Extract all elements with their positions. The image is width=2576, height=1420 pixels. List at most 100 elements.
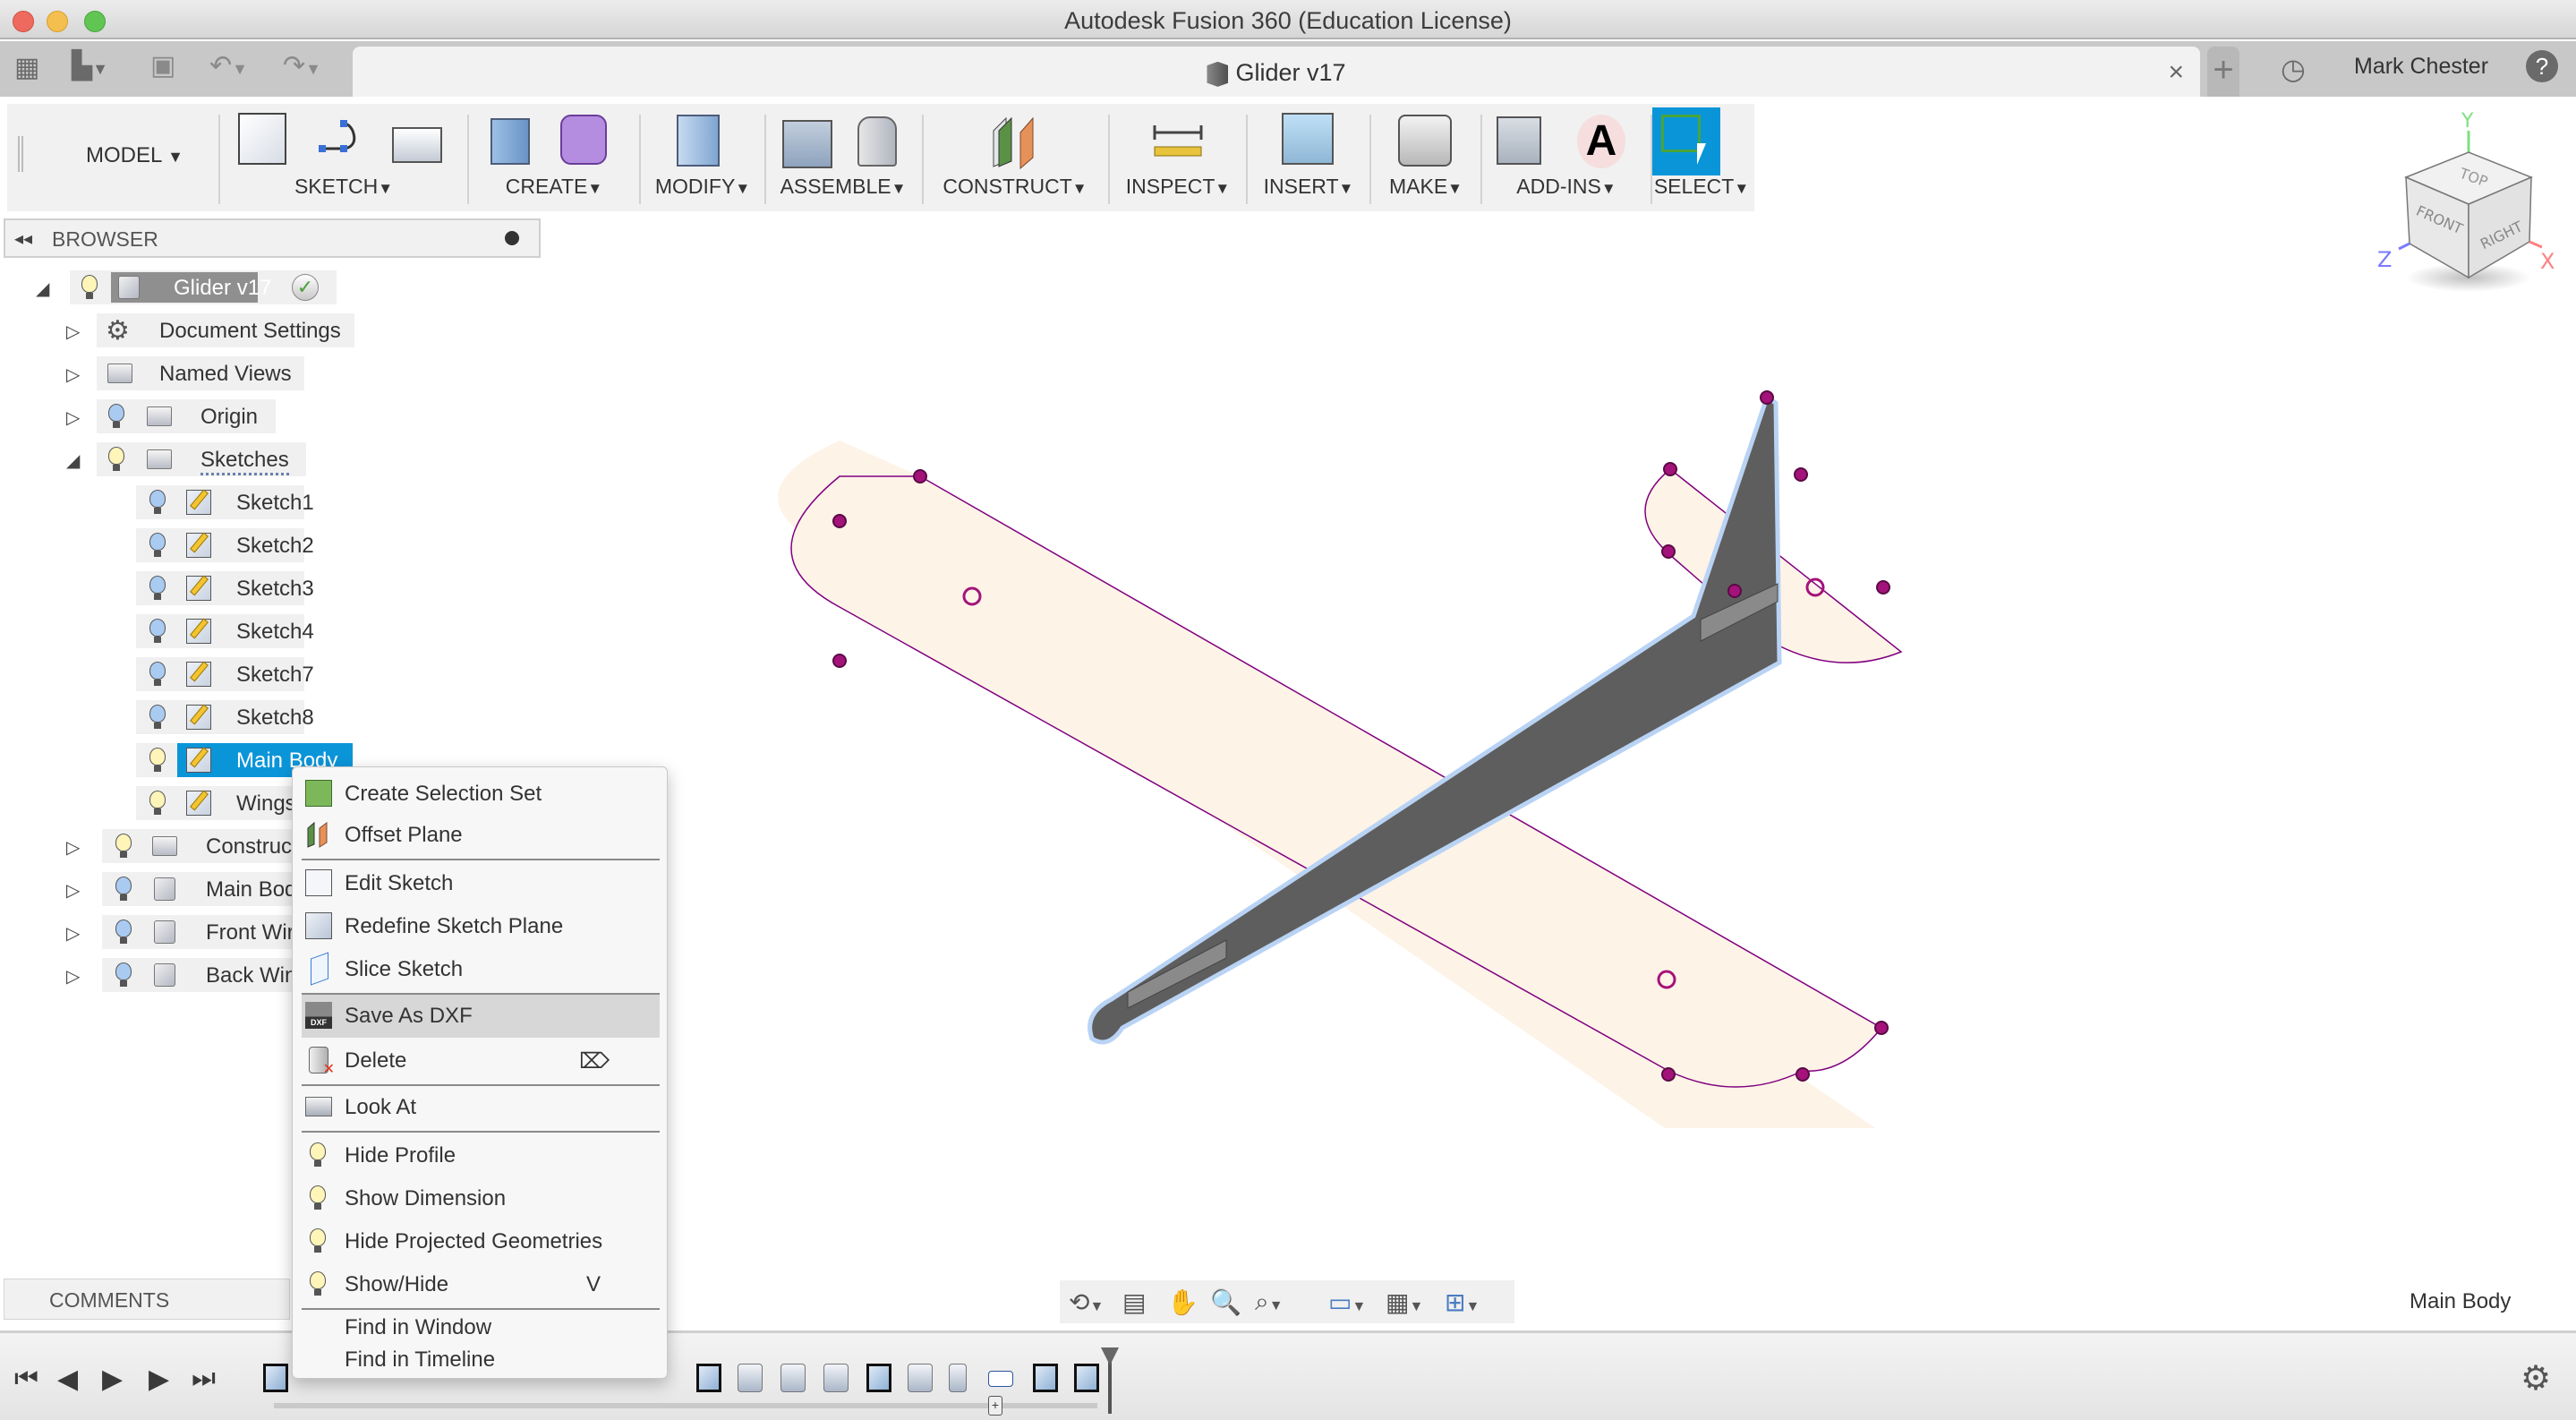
new-component-icon[interactable]	[782, 120, 832, 168]
timeline-sketch-feature[interactable]	[1074, 1364, 1099, 1392]
visibility-bulb-icon[interactable]	[149, 619, 166, 644]
zoom-icon[interactable]: 🔍	[1210, 1287, 1241, 1317]
timeline-fillet-feature[interactable]	[823, 1364, 849, 1392]
browser-item-sketch3[interactable]: Sketch3	[136, 571, 314, 605]
create-menu[interactable]: CREATE▼	[474, 175, 634, 199]
addins-menu[interactable]: ADD-INS▼	[1488, 175, 1645, 199]
offset-plane-icon[interactable]	[986, 113, 1044, 170]
menu-item-find-in-window[interactable]: Find in Window	[302, 1310, 660, 1346]
timeline-sketch-feature[interactable]	[696, 1364, 721, 1392]
browser-item-construction[interactable]: Construc	[102, 829, 295, 863]
line-tool-icon[interactable]	[313, 113, 371, 170]
browser-item-document-settings[interactable]: ⚙ Document Settings	[97, 313, 354, 347]
collapse-root-icon[interactable]: ◢	[36, 278, 49, 300]
model-viewport[interactable]	[761, 376, 1924, 1128]
menu-item-show-hide[interactable]: Show/Hide V	[302, 1263, 660, 1305]
zoom-window-icon[interactable]: ⌕▼	[1255, 1287, 1284, 1317]
timeline-sketch-feature[interactable]	[1033, 1364, 1058, 1392]
browser-item-sketch4[interactable]: Sketch4	[136, 614, 314, 648]
modify-menu[interactable]: MODIFY▼	[646, 175, 759, 199]
pan-hand-icon[interactable]: ✋	[1167, 1287, 1198, 1317]
timeline-joint-feature[interactable]	[949, 1364, 967, 1392]
menu-item-create-selection-set[interactable]: Create Selection Set	[302, 773, 660, 814]
toolbar-grip[interactable]	[18, 136, 23, 172]
timeline-sketch-feature[interactable]	[866, 1364, 891, 1392]
expand-icon[interactable]: ▷	[66, 364, 80, 386]
create-form-icon[interactable]	[560, 115, 607, 165]
user-name[interactable]: Mark Chester	[2354, 54, 2488, 80]
visibility-bulb-icon[interactable]	[115, 920, 132, 945]
create-sketch-icon[interactable]	[238, 113, 286, 165]
visibility-bulb-icon[interactable]	[107, 447, 125, 472]
app-store-icon[interactable]: A	[1577, 115, 1625, 168]
visibility-bulb-icon[interactable]	[81, 275, 98, 300]
browser-item-back-wing[interactable]: Back Win	[102, 958, 296, 992]
select-menu[interactable]: SELECT▼	[1652, 175, 1751, 199]
expand-icon[interactable]: ▷	[66, 836, 80, 859]
new-tab-button[interactable]: +	[2207, 47, 2239, 97]
menu-item-edit-sketch[interactable]: Edit Sketch	[302, 862, 660, 903]
menu-item-save-as-dxf[interactable]: DXF Save As DXF	[302, 995, 660, 1038]
timeline-sketch-feature[interactable]	[263, 1364, 288, 1392]
visibility-bulb-icon[interactable]	[115, 877, 132, 902]
collapse-icon[interactable]: ◢	[66, 449, 80, 472]
wing-sketch-profile[interactable]	[761, 376, 1883, 1128]
menu-item-hide-profile[interactable]: Hide Profile	[302, 1134, 660, 1176]
browser-item-wings-sketch[interactable]: Wings	[136, 786, 304, 820]
collapse-browser-icon[interactable]: ◂◂	[14, 227, 32, 250]
redo-icon[interactable]: ↷▼	[283, 50, 321, 81]
browser-item-origin[interactable]: Origin	[97, 399, 276, 433]
insert-menu[interactable]: INSERT▼	[1253, 175, 1364, 199]
menu-item-delete[interactable]: ✕ Delete ⌦	[302, 1039, 660, 1081]
expand-icon[interactable]: ▷	[66, 879, 80, 902]
extrude-icon[interactable]	[490, 118, 530, 165]
joint-icon[interactable]	[857, 116, 897, 167]
visibility-bulb-icon[interactable]	[149, 705, 166, 730]
visibility-bulb-icon[interactable]	[149, 748, 166, 773]
press-pull-icon[interactable]	[677, 115, 720, 167]
measure-icon[interactable]	[1149, 113, 1207, 170]
timeline-settings-gear-icon[interactable]: ⚙	[2521, 1358, 2551, 1399]
activate-component-icon[interactable]: ✓	[292, 274, 319, 301]
browser-item-main-body[interactable]: Main Bod	[102, 872, 296, 906]
scripts-addins-icon[interactable]	[1497, 116, 1541, 165]
undo-icon[interactable]: ↶▼	[209, 50, 248, 81]
orbit-icon[interactable]: ⟲▼	[1069, 1287, 1104, 1317]
3d-print-icon[interactable]	[1398, 115, 1452, 167]
step-back-icon[interactable]: ◀	[57, 1364, 78, 1395]
timeline-fillet-feature[interactable]	[780, 1364, 806, 1392]
make-menu[interactable]: MAKE▼	[1377, 175, 1475, 199]
grid-settings-icon[interactable]: ▦▼	[1386, 1287, 1423, 1317]
workspace-switcher[interactable]: MODEL ▼	[86, 143, 183, 168]
inspect-menu[interactable]: INSPECT▼	[1115, 175, 1241, 199]
insert-image-icon[interactable]	[1282, 113, 1334, 165]
browser-pin-icon[interactable]	[505, 231, 519, 245]
timeline-marker[interactable]	[1108, 1351, 1112, 1414]
comments-panel[interactable]: COMMENTS	[4, 1279, 290, 1320]
display-settings-icon[interactable]: ▭▼	[1328, 1287, 1366, 1317]
timeline-extrude-feature[interactable]	[908, 1364, 933, 1392]
step-forward-icon[interactable]: ▶	[149, 1364, 169, 1395]
visibility-bulb-icon[interactable]	[149, 533, 166, 558]
menu-item-find-in-timeline[interactable]: Find in Timeline	[302, 1346, 660, 1378]
expand-icon[interactable]: ▷	[66, 321, 80, 343]
construct-menu[interactable]: CONSTRUCT▼	[929, 175, 1101, 199]
go-to-start-icon[interactable]: ⏮	[14, 1364, 38, 1394]
timeline-extrude-feature[interactable]	[738, 1364, 763, 1392]
visibility-bulb-icon[interactable]	[115, 962, 132, 988]
timeline-pattern-feature[interactable]	[988, 1371, 1013, 1387]
help-icon[interactable]: ?	[2526, 50, 2558, 82]
browser-item-sketch8[interactable]: Sketch8	[136, 700, 314, 734]
expand-icon[interactable]: ▷	[66, 406, 80, 429]
visibility-bulb-icon[interactable]	[149, 791, 166, 816]
visibility-bulb-icon[interactable]	[149, 490, 166, 515]
browser-root-node[interactable]: Glider v17 ✓	[70, 270, 337, 304]
visibility-bulb-icon[interactable]	[115, 834, 132, 859]
tab-glider-v17[interactable]: Glider v17 ×	[353, 47, 2200, 97]
menu-item-hide-projected-geometries[interactable]: Hide Projected Geometries	[302, 1220, 660, 1262]
menu-item-show-dimension[interactable]: Show Dimension	[302, 1177, 660, 1219]
browser-item-front-wing[interactable]: Front Wir	[102, 915, 295, 949]
menu-item-redefine-sketch-plane[interactable]: Redefine Sketch Plane	[302, 905, 660, 946]
sketch-menu[interactable]: SKETCH▼	[226, 175, 462, 199]
apps-grid-icon[interactable]: ▦	[14, 52, 39, 83]
